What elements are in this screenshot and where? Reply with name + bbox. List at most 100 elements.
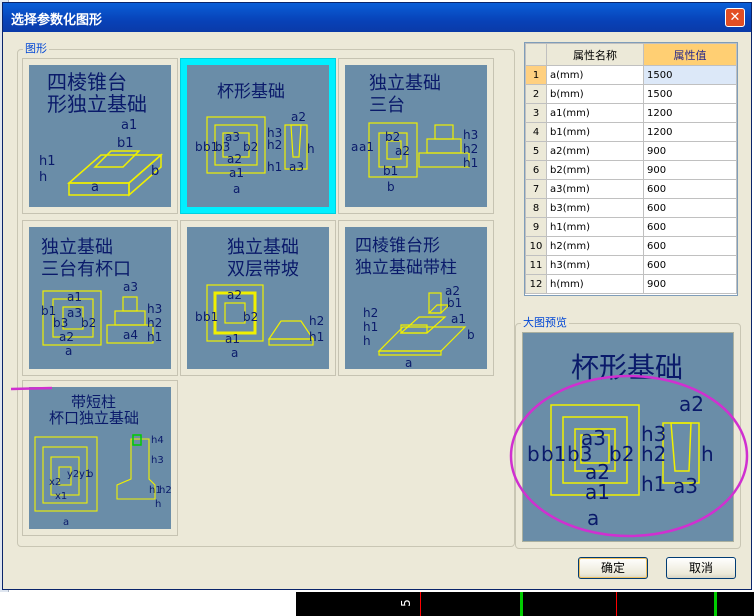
row-number: 4 <box>525 122 547 142</box>
property-value[interactable]: 600 <box>643 179 737 199</box>
table-row[interactable]: 10 h2(mm) 600 <box>525 236 737 256</box>
dim-label: h2 <box>463 142 478 156</box>
dim-label: b2 <box>243 310 258 324</box>
property-name: h3(mm) <box>546 255 644 275</box>
property-name: b(mm) <box>546 84 644 104</box>
dim-label: h1 <box>363 320 378 334</box>
shape-diagram: 四棱锥台 形独立基础 a1 b1 h1 h a b <box>29 65 171 207</box>
canvas-line <box>420 592 421 616</box>
dim-label: a2 <box>59 330 74 344</box>
shape-tile-short-column-cup[interactable]: 带短柱 杯口独立基础 x2 x1 y2 y1 b a h4 h3 h1 h2 h <box>22 380 178 536</box>
tile-title-line: 四棱锥台形 <box>355 236 440 256</box>
row-number: 6 <box>525 160 547 180</box>
dim-label: a1 <box>359 140 374 154</box>
property-value[interactable]: 900 <box>643 274 737 294</box>
tile-title-line: 独立基础 <box>369 73 441 94</box>
shape-tile-frustum-with-column[interactable]: 四棱锥台形 独立基础带柱 a2 b1 h2 h1 h a1 b a <box>338 220 494 376</box>
dim-label: h2 <box>267 138 282 152</box>
table-row[interactable]: 11 h3(mm) 600 <box>525 255 737 275</box>
property-value[interactable]: 1200 <box>643 103 737 123</box>
dim-label: h <box>39 170 47 185</box>
property-value[interactable]: 900 <box>643 160 737 180</box>
dim-label: b2 <box>385 130 400 144</box>
shape-tile-three-step[interactable]: 独立基础 三台 a a1 b2 a2 b1 b h3 h2 h1 <box>338 58 494 214</box>
dim-label: a3 <box>289 160 304 174</box>
dim-label: a4 <box>123 328 138 342</box>
dim-label: b <box>195 140 203 154</box>
tile-title-line: 三台有杯口 <box>41 259 131 280</box>
tile-title-line: 双层带坡 <box>227 259 299 280</box>
table-row[interactable]: 2 b(mm) 1500 <box>525 84 737 104</box>
table-row[interactable]: 8 b3(mm) 600 <box>525 198 737 218</box>
table-row[interactable]: 12 h(mm) 900 <box>525 274 737 294</box>
column-header-value: 属性值 <box>643 43 737 66</box>
title-bar[interactable]: 选择参数化图形 ✕ <box>3 3 751 32</box>
dim-label: a2 <box>227 288 242 302</box>
dim-label: b <box>467 328 475 342</box>
tile-title-line: 四棱锥台 <box>47 70 127 94</box>
table-row[interactable]: 7 a3(mm) 600 <box>525 179 737 199</box>
dim-label: b1 <box>203 310 218 324</box>
dim-label: a3 <box>67 306 82 320</box>
shape-tile-cup-foundation[interactable]: 杯形基础 a2 h3 h2 h h1 a3 b b1 b3 a3 a2 b2 a… <box>180 58 336 214</box>
dim-label: h3 <box>463 128 478 142</box>
property-value[interactable]: 600 <box>643 217 737 237</box>
dim-label: a1 <box>451 312 466 326</box>
table-row[interactable]: 4 b1(mm) 1200 <box>525 122 737 142</box>
close-icon: ✕ <box>729 10 741 25</box>
property-name: h1(mm) <box>546 217 644 237</box>
dim-label: a2 <box>227 152 242 166</box>
dim-label: a <box>233 182 240 196</box>
property-value[interactable]: 600 <box>643 255 737 275</box>
dim-label: a1 <box>121 118 137 133</box>
background-canvas: 5 <box>296 592 754 616</box>
property-value[interactable]: 1500 <box>643 65 737 85</box>
properties-grid[interactable]: 属性名称 属性值 1 a(mm) 1500 2 b(mm) 1500 3 a1(mm) 12… <box>524 42 738 296</box>
property-value[interactable]: 1200 <box>643 122 737 142</box>
dim-label: b <box>151 164 159 179</box>
dim-label: a2 <box>291 110 306 124</box>
table-row[interactable]: 1 a(mm) 1500 <box>525 65 737 85</box>
table-row[interactable]: 5 a2(mm) 900 <box>525 141 737 161</box>
property-name: b1(mm) <box>546 122 644 142</box>
tile-title-line: 形独立基础 <box>47 92 147 116</box>
shape-tile-two-layer-slope[interactable]: 独立基础 双层带坡 a2 b b1 b2 a1 a h2 h1 <box>180 220 336 376</box>
table-row[interactable]: 9 h1(mm) 600 <box>525 217 737 237</box>
table-row[interactable]: 3 a1(mm) 1200 <box>525 103 737 123</box>
dim-label: b <box>195 310 203 324</box>
property-value[interactable]: 900 <box>643 141 737 161</box>
property-name: a3(mm) <box>546 179 644 199</box>
row-number: 3 <box>525 103 547 123</box>
property-value[interactable]: 600 <box>643 236 737 256</box>
preview-group-label: 大图预览 <box>521 314 569 330</box>
row-number: 1 <box>525 65 547 85</box>
property-name: b2(mm) <box>546 160 644 180</box>
row-number: 11 <box>525 255 547 275</box>
canvas-line <box>616 592 617 616</box>
property-value[interactable]: 1500 <box>643 84 737 104</box>
property-value[interactable]: 600 <box>643 198 737 218</box>
annotation-stroke <box>10 386 53 391</box>
column-header-name: 属性名称 <box>546 43 644 66</box>
shape-diagram: 带短柱 杯口独立基础 x2 x1 y2 y1 b a h4 h3 h1 h2 h <box>29 387 172 529</box>
dim-label: h2 <box>147 316 162 330</box>
row-number: 10 <box>525 236 547 256</box>
shape-diagram: 独立基础 三台有杯口 a1 a3 b1 a3 b3 b2 a2 a h3 h2 … <box>29 227 171 369</box>
dim-label: b1 <box>447 296 462 310</box>
row-number: 12 <box>525 274 547 294</box>
dim-label: h1 <box>267 160 282 174</box>
ok-button[interactable]: 确定 <box>578 557 648 579</box>
dim-label: h <box>155 499 161 510</box>
shape-tile-pyramid-frustum[interactable]: 四棱锥台 形独立基础 a1 b1 h1 h a b <box>22 58 178 214</box>
row-number: 8 <box>525 198 547 218</box>
property-name: a2(mm) <box>546 141 644 161</box>
cancel-button[interactable]: 取消 <box>666 557 736 579</box>
property-name: a1(mm) <box>546 103 644 123</box>
dim-label: b2 <box>81 316 96 330</box>
shape-tile-three-step-cup[interactable]: 独立基础 三台有杯口 a1 a3 b1 a3 b3 b2 a2 a h3 h2 … <box>22 220 178 376</box>
dim-label: h1 <box>147 330 162 344</box>
dim-label: a <box>63 517 69 528</box>
dim-label: a3 <box>123 280 138 294</box>
close-button[interactable]: ✕ <box>725 8 745 27</box>
table-row[interactable]: 6 b2(mm) 900 <box>525 160 737 180</box>
